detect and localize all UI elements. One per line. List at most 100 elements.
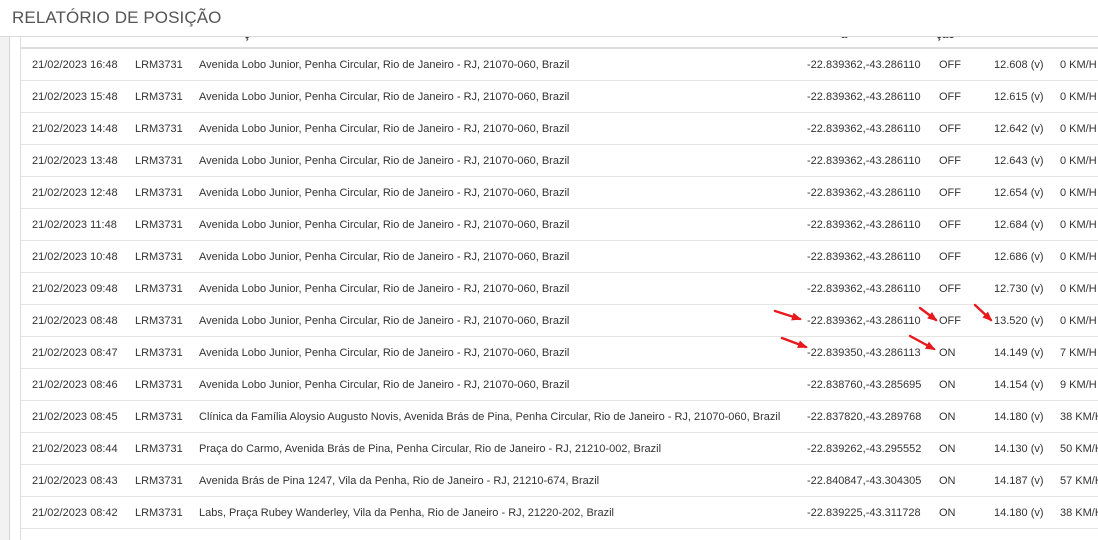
table-row[interactable]: 21/02/2023 08:46 LRM3731 Avenida Lobo Juni… bbox=[21, 369, 1098, 401]
table-row[interactable]: 21/02/2023 08:45 LRM3731 Clínica da Famíli… bbox=[21, 401, 1098, 433]
row-date: 21/02/2023 10:48 bbox=[32, 251, 118, 263]
table-row[interactable]: 21/02/2023 13:48 LRM3731 Avenida Lobo Juni… bbox=[21, 145, 1098, 177]
row-plate: LRM3731 bbox=[135, 315, 183, 327]
row-date: 21/02/2023 08:48 bbox=[32, 315, 118, 327]
row-coordinates: -22.839362,-43.286110 bbox=[807, 91, 921, 103]
row-address: Avenida Lobo Junior, Penha Circular, Rio… bbox=[199, 91, 570, 103]
header-fragment: ção bbox=[936, 37, 955, 41]
row-ignition: OFF bbox=[939, 251, 961, 263]
row-date: 21/02/2023 13:48 bbox=[32, 155, 118, 167]
row-voltage: 12.643 (v) bbox=[994, 155, 1044, 167]
row-address: Avenida Lobo Junior, Penha Circular, Rio… bbox=[199, 379, 570, 391]
row-speed: 7 KM/H bbox=[1060, 347, 1097, 359]
row-address: Avenida Lobo Junior, Penha Circular, Rio… bbox=[199, 219, 570, 231]
row-voltage: 12.730 (v) bbox=[994, 283, 1044, 295]
row-ignition: OFF bbox=[939, 91, 961, 103]
table-row[interactable]: 21/02/2023 08:47 LRM3731 Avenida Lobo Juni… bbox=[21, 337, 1098, 369]
table-row[interactable]: 21/02/2023 11:48 LRM3731 Avenida Lobo Juni… bbox=[21, 209, 1098, 241]
row-plate: LRM3731 bbox=[135, 219, 183, 231]
row-address: Clínica da Família Aloysio Augusto Novis… bbox=[199, 411, 781, 423]
row-speed: 0 KM/H bbox=[1060, 219, 1097, 231]
row-speed: 38 KM/H bbox=[1060, 507, 1098, 519]
row-date: 21/02/2023 08:46 bbox=[32, 379, 118, 391]
row-coordinates: -22.839362,-43.286110 bbox=[807, 251, 921, 263]
row-address: Avenida Lobo Junior, Penha Circular, Rio… bbox=[199, 315, 570, 327]
row-date: 21/02/2023 08:43 bbox=[32, 475, 118, 487]
row-coordinates: -22.839362,-43.286110 bbox=[807, 155, 921, 167]
table-row[interactable]: 21/02/2023 14:48 LRM3731 Avenida Lobo Juni… bbox=[21, 113, 1098, 145]
table-row[interactable]: 21/02/2023 16:48 LRM3731 Avenida Lobo Juni… bbox=[21, 49, 1098, 81]
row-ignition: ON bbox=[939, 507, 956, 519]
position-table: 21/02/2023 16:48 LRM3731 Avenida Lobo Juni… bbox=[21, 49, 1098, 529]
row-date: 21/02/2023 08:47 bbox=[32, 347, 118, 359]
row-plate: LRM3731 bbox=[135, 475, 183, 487]
table-row[interactable]: 21/02/2023 10:48 LRM3731 Avenida Lobo Juni… bbox=[21, 241, 1098, 273]
row-coordinates: -22.837820,-43.289768 bbox=[807, 411, 922, 423]
row-voltage: 14.187 (v) bbox=[994, 475, 1044, 487]
table-row[interactable]: 21/02/2023 09:48 LRM3731 Avenida Lobo Juni… bbox=[21, 273, 1098, 305]
row-address: Avenida Lobo Junior, Penha Circular, Rio… bbox=[199, 283, 570, 295]
row-voltage: 12.654 (v) bbox=[994, 187, 1044, 199]
table-row[interactable]: 21/02/2023 08:44 LRM3731 Praça do Carmo, A… bbox=[21, 433, 1098, 465]
row-address: Praça do Carmo, Avenida Brás de Pina, Pe… bbox=[199, 443, 662, 455]
row-coordinates: -22.838760,-43.285695 bbox=[807, 379, 922, 391]
row-speed: 0 KM/H bbox=[1060, 187, 1097, 199]
row-speed: 0 KM/H bbox=[1060, 59, 1097, 71]
row-voltage: 12.642 (v) bbox=[994, 123, 1044, 135]
row-ignition: ON bbox=[939, 347, 956, 359]
row-plate: LRM3731 bbox=[135, 251, 183, 263]
row-speed: 0 KM/H bbox=[1060, 283, 1097, 295]
row-address: Avenida Brás de Pina 1247, Vila da Penha… bbox=[199, 475, 600, 487]
row-coordinates: -22.839362,-43.286110 bbox=[807, 59, 921, 71]
table-row[interactable]: 21/02/2023 08:48 LRM3731 Avenida Lobo Juni… bbox=[21, 305, 1098, 337]
row-ignition: ON bbox=[939, 443, 956, 455]
row-plate: LRM3731 bbox=[135, 379, 183, 391]
row-date: 21/02/2023 08:44 bbox=[32, 443, 118, 455]
header-fragment: ç bbox=[244, 37, 250, 41]
row-plate: LRM3731 bbox=[135, 91, 183, 103]
row-voltage: 14.154 (v) bbox=[994, 379, 1044, 391]
row-voltage: 14.130 (v) bbox=[994, 443, 1044, 455]
row-speed: 9 KM/H bbox=[1060, 379, 1097, 391]
row-coordinates: -22.839362,-43.286110 bbox=[807, 123, 921, 135]
table-row[interactable]: 21/02/2023 08:42 LRM3731 Labs, Praça Rubey… bbox=[21, 497, 1098, 529]
row-voltage: 14.180 (v) bbox=[994, 411, 1044, 423]
row-address: Labs, Praça Rubey Wanderley, Vila da Pen… bbox=[199, 507, 614, 519]
left-gutter bbox=[0, 37, 9, 540]
row-speed: 0 KM/H bbox=[1060, 91, 1097, 103]
row-plate: LRM3731 bbox=[135, 59, 183, 71]
row-date: 21/02/2023 12:48 bbox=[32, 187, 118, 199]
table-row[interactable]: 21/02/2023 15:48 LRM3731 Avenida Lobo Juni… bbox=[21, 81, 1098, 113]
row-ignition: ON bbox=[939, 411, 956, 423]
row-coordinates: -22.839225,-43.311728 bbox=[807, 507, 921, 519]
row-plate: LRM3731 bbox=[135, 411, 183, 423]
row-speed: 0 KM/H bbox=[1060, 315, 1097, 327]
row-speed: 38 KM/H bbox=[1060, 411, 1098, 423]
row-voltage: 14.180 (v) bbox=[994, 507, 1044, 519]
row-speed: 0 KM/H bbox=[1060, 155, 1097, 167]
header-fragment: a bbox=[841, 37, 847, 41]
table-row[interactable]: 21/02/2023 08:43 LRM3731 Avenida Brás de P… bbox=[21, 465, 1098, 497]
row-coordinates: -22.839262,-43.295552 bbox=[807, 443, 922, 455]
table-row[interactable]: 21/02/2023 12:48 LRM3731 Avenida Lobo Juni… bbox=[21, 177, 1098, 209]
row-coordinates: -22.840847,-43.304305 bbox=[807, 475, 922, 487]
row-coordinates: -22.839362,-43.286110 bbox=[807, 315, 921, 327]
row-date: 21/02/2023 15:48 bbox=[32, 91, 118, 103]
row-ignition: OFF bbox=[939, 219, 961, 231]
row-ignition: OFF bbox=[939, 59, 961, 71]
row-ignition: OFF bbox=[939, 155, 961, 167]
row-date: 21/02/2023 09:48 bbox=[32, 283, 118, 295]
row-date: 21/02/2023 16:48 bbox=[32, 59, 118, 71]
row-ignition: OFF bbox=[939, 315, 961, 327]
row-speed: 50 KM/H bbox=[1060, 443, 1098, 455]
row-plate: LRM3731 bbox=[135, 155, 183, 167]
page-header: RELATÓRIO DE POSIÇÃO bbox=[0, 0, 1098, 37]
row-address: Avenida Lobo Junior, Penha Circular, Rio… bbox=[199, 59, 570, 71]
row-address: Avenida Lobo Junior, Penha Circular, Rio… bbox=[199, 347, 570, 359]
row-coordinates: -22.839362,-43.286110 bbox=[807, 187, 921, 199]
row-voltage: 12.608 (v) bbox=[994, 59, 1044, 71]
table-header: ç a ção bbox=[21, 37, 1098, 49]
row-plate: LRM3731 bbox=[135, 347, 183, 359]
row-voltage: 12.686 (v) bbox=[994, 251, 1044, 263]
row-ignition: ON bbox=[939, 475, 956, 487]
